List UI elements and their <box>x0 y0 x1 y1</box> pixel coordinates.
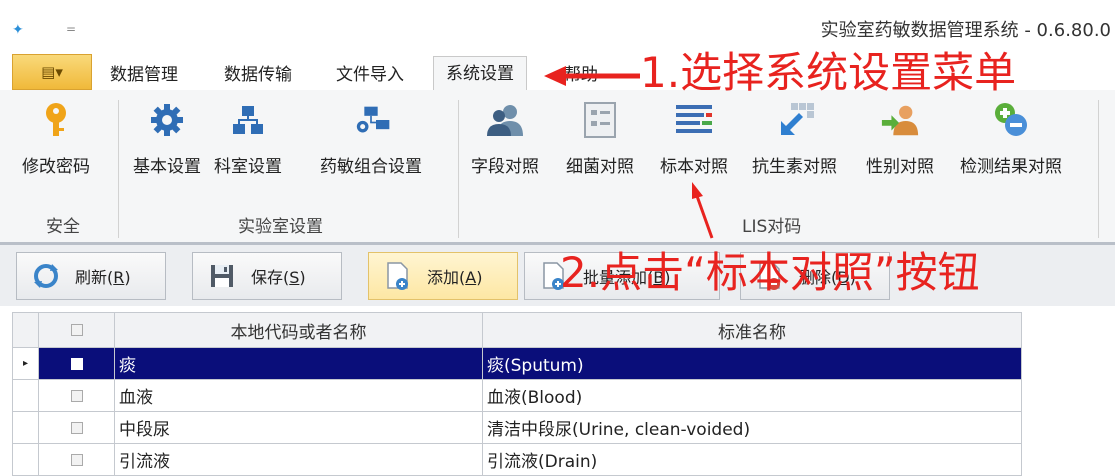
key-icon <box>36 100 76 140</box>
local-code-cell[interactable]: 血液 <box>114 379 483 412</box>
add-document-icon <box>383 261 413 291</box>
table-row[interactable]: 血液 血液(Blood) <box>12 379 1022 412</box>
window-title: 实验室药敏数据管理系统 - 0.6.80.0 <box>820 20 1111 41</box>
table-row[interactable]: 引流液 引流液(Drain) <box>12 443 1022 476</box>
step1-annotation: 1.选择系统设置菜单 <box>640 48 1017 97</box>
refresh-label: 刷新(R) <box>75 268 131 287</box>
drug-combo-settings-label: 药敏组合设置 <box>320 157 422 177</box>
mapping-grid: 本地代码或者名称 标准名称 ▸ 痰 痰(Sputum) 血液 血液(Blood)… <box>12 312 1022 476</box>
group-divider <box>1098 100 1099 238</box>
row-checkbox[interactable] <box>38 347 115 380</box>
tab-data-transfer[interactable]: 数据传输 <box>222 60 294 90</box>
grid-header-row: 本地代码或者名称 标准名称 <box>12 312 1022 348</box>
test-result-mapping-button[interactable]: 检测结果对照 <box>960 100 1062 190</box>
tab-help[interactable]: 帮助 <box>562 60 600 90</box>
quick-access-dropdown[interactable]: = <box>66 22 76 36</box>
local-code-cell[interactable]: 引流液 <box>114 443 483 476</box>
row-checkbox[interactable] <box>38 443 115 476</box>
save-label: 保存(S) <box>251 268 306 287</box>
save-button[interactable]: 保存(S) <box>192 252 342 300</box>
local-code-cell[interactable]: 痰 <box>114 347 483 380</box>
department-settings-button[interactable]: 科室设置 <box>214 100 282 190</box>
refresh-button[interactable]: 刷新(R) <box>16 252 166 300</box>
antibiotic-mapping-button[interactable]: 抗生素对照 <box>752 100 837 190</box>
app-logo-icon: ✦ <box>12 22 24 38</box>
step2-annotation: 2.点击“标本对照”按钮 <box>560 248 980 297</box>
standard-name-cell[interactable]: 血液(Blood) <box>482 379 1022 412</box>
standard-name-cell[interactable]: 引流液(Drain) <box>482 443 1022 476</box>
user-arrow-icon <box>880 100 920 140</box>
gear-icon <box>147 100 187 140</box>
group-label-lab-settings: 实验室设置 <box>238 217 323 237</box>
field-mapping-button[interactable]: 字段对照 <box>471 100 539 190</box>
group-divider <box>458 100 459 238</box>
gender-mapping-button[interactable]: 性别对照 <box>866 100 934 190</box>
specimen-mapping-button[interactable]: 标本对照 <box>660 100 728 190</box>
table-row[interactable]: ▸ 痰 痰(Sputum) <box>12 347 1022 380</box>
change-password-button[interactable]: 修改密码 <box>22 100 90 190</box>
app-menu-icon: ▤▾ <box>41 63 63 81</box>
gender-mapping-label: 性别对照 <box>866 157 934 177</box>
select-all-checkbox[interactable] <box>38 312 115 348</box>
group-label-security: 安全 <box>46 217 80 237</box>
tab-file-import[interactable]: 文件导入 <box>334 60 406 90</box>
basic-settings-label: 基本设置 <box>133 157 201 177</box>
antibiotic-mapping-label: 抗生素对照 <box>752 157 837 177</box>
row-header-corner <box>12 312 39 348</box>
row-checkbox[interactable] <box>38 379 115 412</box>
bacteria-mapping-button[interactable]: 细菌对照 <box>566 100 634 190</box>
group-label-lis-mapping: LIS对码 <box>742 217 802 237</box>
standard-name-cell[interactable]: 清洁中段尿(Urine, clean-voided) <box>482 411 1022 444</box>
basic-settings-button[interactable]: 基本设置 <box>133 100 201 190</box>
plus-minus-icon <box>991 100 1031 140</box>
department-settings-label: 科室设置 <box>214 157 282 177</box>
lines-icon <box>674 100 714 140</box>
standard-name-cell[interactable]: 痰(Sputum) <box>482 347 1022 380</box>
column-header-standard-name[interactable]: 标准名称 <box>482 312 1022 348</box>
org-chart-icon <box>228 100 268 140</box>
form-icon <box>580 100 620 140</box>
change-password-label: 修改密码 <box>22 157 90 177</box>
row-header[interactable] <box>12 443 39 476</box>
refresh-icon <box>31 261 61 291</box>
add-button[interactable]: 添加(A) <box>368 252 518 300</box>
group-divider <box>118 100 119 238</box>
specimen-mapping-label: 标本对照 <box>660 157 728 177</box>
table-row[interactable]: 中段尿 清洁中段尿(Urine, clean-voided) <box>12 411 1022 444</box>
column-header-local-code[interactable]: 本地代码或者名称 <box>114 312 483 348</box>
users-icon <box>485 100 525 140</box>
drug-combo-settings-button[interactable]: 药敏组合设置 <box>320 100 422 190</box>
current-row-indicator-icon: ▸ <box>12 347 39 380</box>
resize-arrow-icon <box>775 100 815 140</box>
local-code-cell[interactable]: 中段尿 <box>114 411 483 444</box>
row-header[interactable] <box>12 379 39 412</box>
tab-data-management[interactable]: 数据管理 <box>108 60 180 90</box>
tab-system-settings[interactable]: 系统设置 <box>433 56 527 92</box>
add-label: 添加(A) <box>427 268 483 287</box>
gear-group-icon <box>351 100 391 140</box>
row-header[interactable] <box>12 411 39 444</box>
floppy-disk-icon <box>207 261 237 291</box>
field-mapping-label: 字段对照 <box>471 157 539 177</box>
test-result-mapping-label: 检测结果对照 <box>960 157 1062 177</box>
app-menu-button[interactable]: ▤▾ <box>12 54 92 90</box>
title-bar: ✦ = 实验室药敏数据管理系统 - 0.6.80.0 <box>0 0 1115 54</box>
bacteria-mapping-label: 细菌对照 <box>566 157 634 177</box>
row-checkbox[interactable] <box>38 411 115 444</box>
